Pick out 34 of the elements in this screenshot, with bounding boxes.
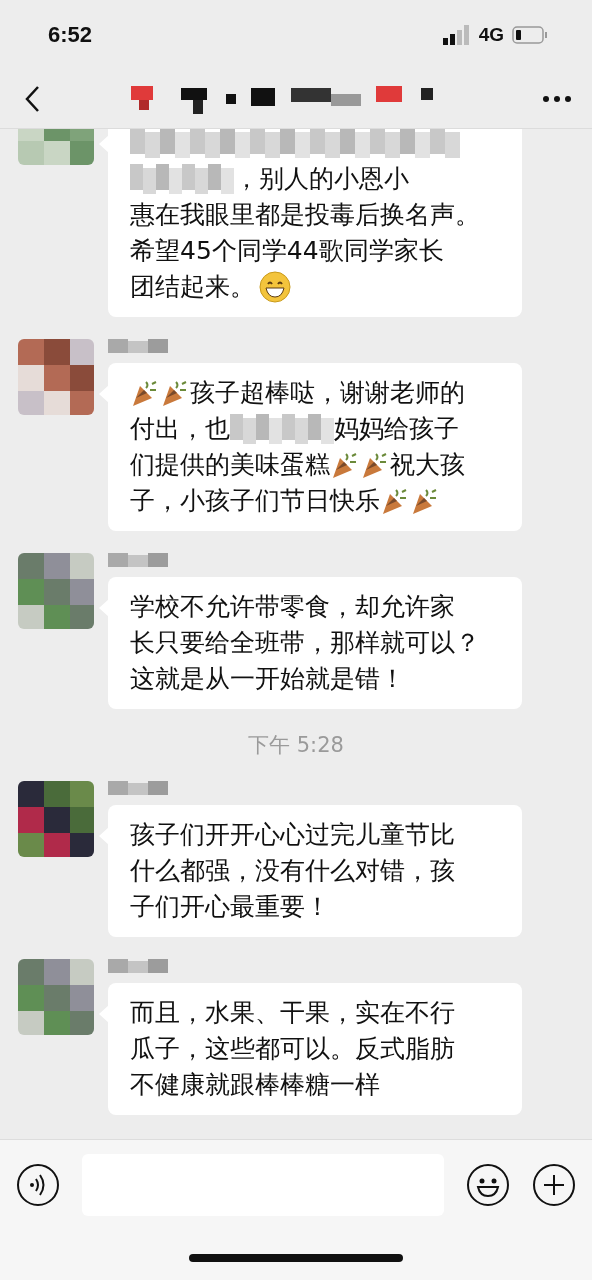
message-text: 什么都强，没有什么对错，孩 [130, 855, 455, 887]
message-text: 们提供的美味蛋糕 [130, 449, 330, 481]
smiley-icon[interactable] [466, 1163, 510, 1207]
more-icon[interactable] [542, 94, 572, 104]
signal-icon [442, 25, 471, 45]
timestamp: 下午 5:28 [248, 732, 344, 759]
message-text: 这就是从一开始就是错！ [130, 663, 405, 695]
message-text: 子们开心最重要！ [130, 891, 330, 923]
voice-icon[interactable] [16, 1163, 60, 1207]
blurred-name-drawing [108, 553, 168, 569]
message-text: 祝大孩 [390, 449, 465, 481]
message-text: 惠在我眼里都是投毒后换名声。 [130, 199, 480, 231]
status-time: 6:52 [48, 22, 93, 48]
message-text: ，别人的小恩小 [234, 163, 409, 195]
network-type: 4G [478, 24, 504, 46]
blurred-name-drawing [108, 959, 168, 975]
message-text: 学校不允许带零食，却允许家 [130, 591, 455, 623]
message-text: 瓜子，这些都可以。反式脂肪 [130, 1033, 455, 1065]
blurred-name-drawing [108, 339, 168, 355]
grinning-face-icon [259, 271, 291, 303]
message-text: 长只要给全班带，那样就可以？ [130, 627, 480, 659]
message-text: 孩子超棒哒，谢谢老师的 [190, 377, 465, 409]
message-text: 团结起来。 [130, 271, 255, 303]
plus-icon[interactable] [532, 1163, 576, 1207]
message-text: 孩子们开开心心过完儿童节比 [130, 819, 455, 851]
battery-icon [512, 26, 548, 44]
message-text: 而且，水果、干果，实在不行 [130, 997, 455, 1029]
message-text: 妈妈给孩子 [334, 413, 459, 445]
message-text: 不健康就跟棒棒糖一样 [130, 1069, 380, 1101]
back-icon[interactable] [24, 85, 40, 113]
message-text: 希望45个同学44歌同学家长 [130, 235, 444, 267]
message-text: 子，小孩子们节日快乐 [130, 485, 380, 517]
blurred-name-drawing [108, 781, 168, 797]
message-text: 付出，也 [130, 413, 230, 445]
